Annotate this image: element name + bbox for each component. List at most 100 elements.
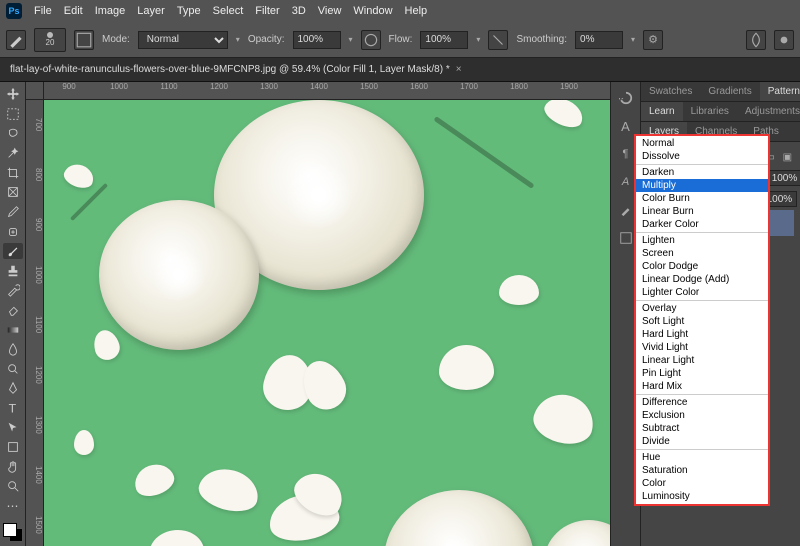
eraser-tool[interactable] <box>3 302 23 319</box>
smart-filter-icon[interactable]: ▣ <box>781 150 794 164</box>
brush-preset-picker[interactable]: 20 <box>34 28 66 52</box>
learn-panel-tabs: Learn Libraries Adjustments <box>641 102 800 122</box>
menu-layer[interactable]: Layer <box>137 5 165 17</box>
menu-view[interactable]: View <box>318 5 342 17</box>
pen-tool[interactable] <box>3 380 23 397</box>
symmetry-icon[interactable] <box>746 30 766 50</box>
pressure-size-icon[interactable] <box>774 30 794 50</box>
tab-swatches[interactable]: Swatches <box>641 82 700 101</box>
color-swatch[interactable] <box>3 523 23 541</box>
blend-mode-option[interactable]: Linear Light <box>636 354 768 367</box>
menu-filter[interactable]: Filter <box>255 5 279 17</box>
document-tab[interactable]: flat-lay-of-white-ranunculus-flowers-ove… <box>10 64 462 75</box>
frame-tool[interactable] <box>3 184 23 201</box>
tab-learn[interactable]: Learn <box>641 102 683 121</box>
blend-mode-option[interactable]: Lighter Color <box>636 286 768 299</box>
tool-preset-icon[interactable] <box>6 30 26 50</box>
blend-mode-option[interactable]: Divide <box>636 435 768 448</box>
shape-tool[interactable] <box>3 439 23 456</box>
opacity-label: Opacity: <box>248 34 285 45</box>
blend-mode-option[interactable]: Hard Mix <box>636 380 768 393</box>
smoothing-input[interactable] <box>575 31 623 49</box>
blend-mode-option[interactable]: Color <box>636 477 768 490</box>
brush-tool[interactable] <box>3 243 23 260</box>
blend-mode-option[interactable]: Saturation <box>636 464 768 477</box>
menu-image[interactable]: Image <box>95 5 126 17</box>
dodge-tool[interactable] <box>3 361 23 378</box>
heal-tool[interactable] <box>3 223 23 240</box>
blend-mode-option[interactable]: Vivid Light <box>636 341 768 354</box>
blend-mode-select-options[interactable]: Normal <box>138 31 228 49</box>
menu-window[interactable]: Window <box>353 5 392 17</box>
ruler-horizontal[interactable]: 9001000110012001300140015001600170018001… <box>44 82 610 100</box>
more-tools[interactable]: ⋯ <box>3 498 23 515</box>
blend-mode-option[interactable]: Linear Burn <box>636 205 768 218</box>
opacity-input[interactable] <box>293 31 341 49</box>
marquee-tool[interactable] <box>3 106 23 123</box>
brush-settings-icon[interactable] <box>616 228 636 248</box>
history-brush-tool[interactable] <box>3 282 23 299</box>
blend-mode-option[interactable]: Luminosity <box>636 490 768 503</box>
hand-tool[interactable] <box>3 459 23 476</box>
blur-tool[interactable] <box>3 341 23 358</box>
history-icon[interactable] <box>616 88 636 108</box>
document-canvas[interactable] <box>44 100 610 546</box>
blend-mode-option[interactable]: Darker Color <box>636 218 768 231</box>
blend-mode-option[interactable]: Color Burn <box>636 192 768 205</box>
tab-gradients[interactable]: Gradients <box>700 82 759 101</box>
zoom-tool[interactable] <box>3 478 23 495</box>
blend-mode-option[interactable]: Color Dodge <box>636 260 768 273</box>
menu-3d[interactable]: 3D <box>292 5 306 17</box>
wand-tool[interactable] <box>3 145 23 162</box>
swatches-panel-tabs: Swatches Gradients Patterns <box>641 82 800 102</box>
layer-opacity-input[interactable] <box>768 170 800 186</box>
move-tool[interactable] <box>3 86 23 103</box>
ruler-vertical[interactable]: 7008009001000110012001300140015001600 <box>26 100 44 546</box>
menu-edit[interactable]: Edit <box>64 5 83 17</box>
crop-tool[interactable] <box>3 164 23 181</box>
blend-mode-option[interactable]: Hard Light <box>636 328 768 341</box>
eyedropper-tool[interactable] <box>3 204 23 221</box>
blend-mode-option[interactable]: Soft Light <box>636 315 768 328</box>
blend-mode-option[interactable]: Screen <box>636 247 768 260</box>
document-tabs: flat-lay-of-white-ranunculus-flowers-ove… <box>0 58 800 82</box>
flow-input[interactable] <box>420 31 468 49</box>
airbrush-icon[interactable] <box>488 30 508 50</box>
menu-file[interactable]: File <box>34 5 52 17</box>
brush-settings-icon[interactable] <box>74 30 94 50</box>
stamp-tool[interactable] <box>3 262 23 279</box>
menu-type[interactable]: Type <box>177 5 201 17</box>
blend-mode-option[interactable]: Difference <box>636 396 768 409</box>
paragraph-icon[interactable]: ¶ <box>616 144 636 164</box>
menu-help[interactable]: Help <box>405 5 428 17</box>
gear-icon[interactable]: ⚙ <box>643 30 663 50</box>
type-tool[interactable]: T <box>3 400 23 417</box>
ruler-origin[interactable] <box>26 82 44 100</box>
glyphs-icon[interactable]: A <box>616 172 636 192</box>
character-icon[interactable]: A <box>616 116 636 136</box>
chevron-down-icon: ▾ <box>349 35 353 44</box>
blend-mode-option[interactable]: Lighten <box>636 234 768 247</box>
menu-select[interactable]: Select <box>213 5 244 17</box>
close-icon[interactable]: × <box>456 64 462 75</box>
fg-color[interactable] <box>3 523 17 537</box>
pressure-opacity-icon[interactable] <box>361 30 381 50</box>
lasso-tool[interactable] <box>3 125 23 142</box>
tab-libraries[interactable]: Libraries <box>683 102 737 121</box>
blend-mode-option[interactable]: Darken <box>636 166 768 179</box>
canvas-area: 9001000110012001300140015001600170018001… <box>26 82 610 546</box>
blend-mode-option[interactable]: Subtract <box>636 422 768 435</box>
blend-mode-option[interactable]: Normal <box>636 137 768 150</box>
blend-mode-option[interactable]: Overlay <box>636 302 768 315</box>
blend-mode-option[interactable]: Linear Dodge (Add) <box>636 273 768 286</box>
blend-mode-option[interactable]: Hue <box>636 451 768 464</box>
path-select-tool[interactable] <box>3 419 23 436</box>
tab-patterns[interactable]: Patterns <box>760 82 800 101</box>
gradient-tool[interactable] <box>3 321 23 338</box>
blend-mode-option[interactable]: Dissolve <box>636 150 768 163</box>
blend-mode-option[interactable]: Exclusion <box>636 409 768 422</box>
tab-adjustments[interactable]: Adjustments <box>737 102 800 121</box>
blend-mode-option[interactable]: Pin Light <box>636 367 768 380</box>
brush-panel-icon[interactable] <box>616 200 636 220</box>
blend-mode-option[interactable]: Multiply <box>636 179 768 192</box>
